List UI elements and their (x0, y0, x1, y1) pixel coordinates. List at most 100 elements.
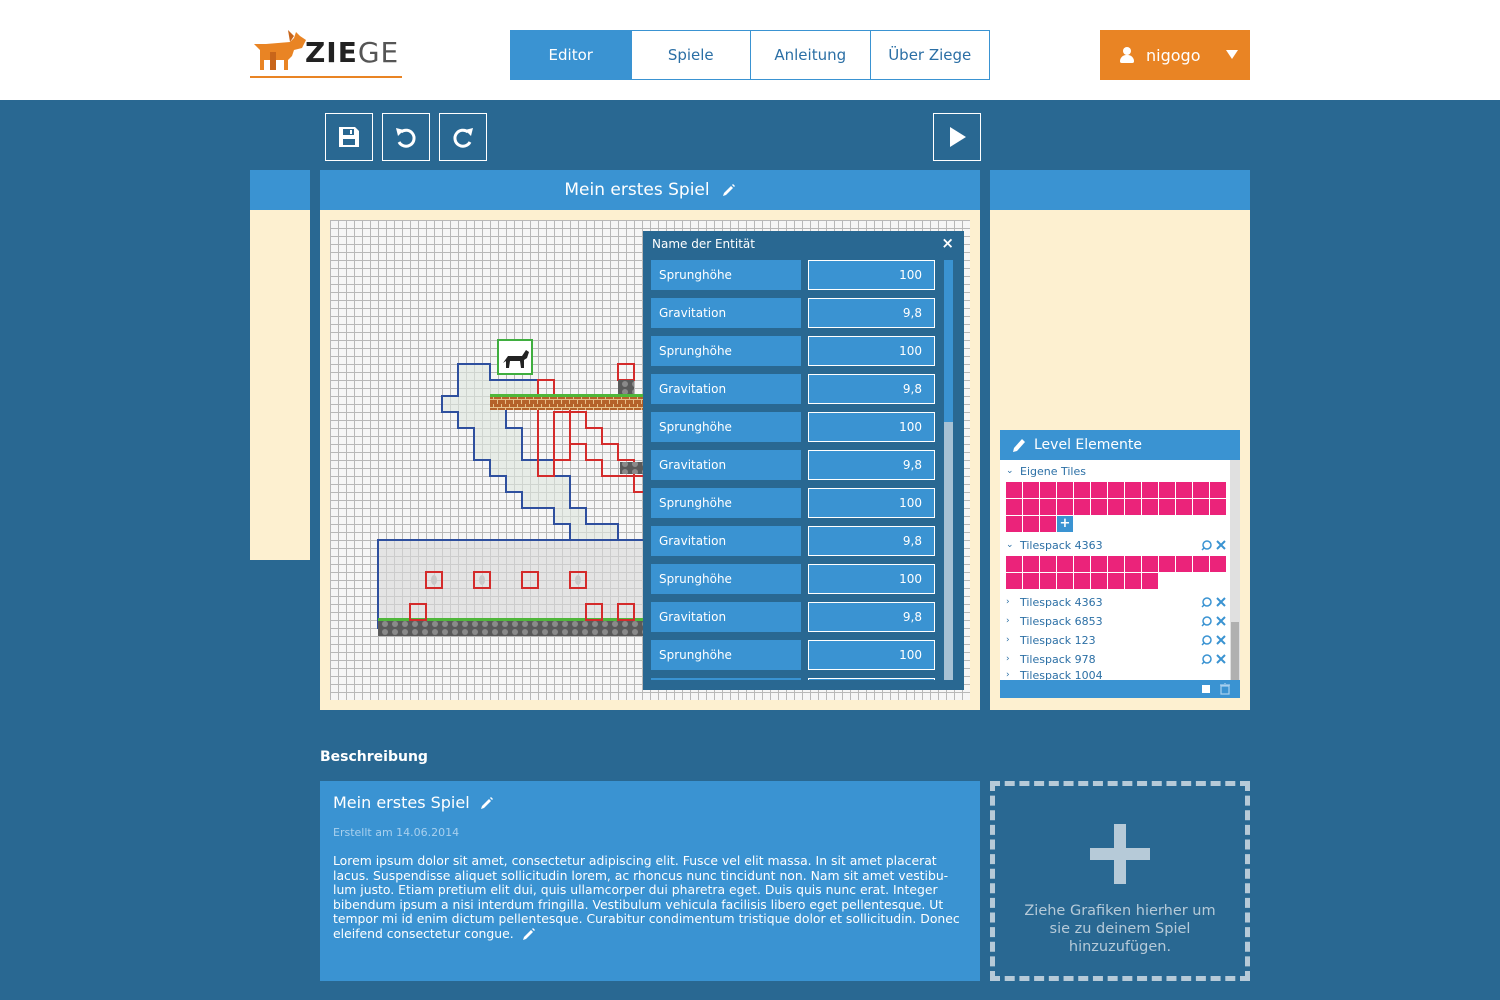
tile-swatch[interactable] (1176, 499, 1192, 515)
edit-description-title-pencil-icon[interactable] (480, 796, 494, 810)
tab-anleitung[interactable]: Anleitung (750, 31, 870, 79)
tile-swatch[interactable] (1125, 573, 1141, 589)
tile-swatch[interactable] (1074, 499, 1090, 515)
tile-swatch[interactable] (1040, 573, 1056, 589)
tile-swatch[interactable] (1091, 573, 1107, 589)
tile-swatch[interactable] (1142, 482, 1158, 498)
tab-ueber-ziege[interactable]: Über Ziege (869, 31, 990, 79)
graphics-drop-zone[interactable]: Ziehe Grafiken hierher um sie zu deinem … (990, 781, 1250, 981)
level-elements-scrollbar-thumb[interactable] (1231, 622, 1239, 680)
tile-swatch[interactable] (1091, 556, 1107, 572)
group-tilespack[interactable]: › Tilespack 4363 (1006, 594, 1103, 610)
tile-swatch[interactable] (1210, 556, 1226, 572)
tile-swatch[interactable] (1040, 556, 1056, 572)
group-tilespack[interactable]: ⌄ Tilespack 4363 (1006, 537, 1103, 553)
property-value-input[interactable]: 100 (808, 260, 935, 290)
tile-swatch[interactable] (1210, 482, 1226, 498)
tile-swatch[interactable] (1006, 482, 1022, 498)
tile-swatch[interactable] (1108, 482, 1124, 498)
play-button[interactable] (933, 113, 981, 161)
tile-swatch[interactable] (1023, 516, 1039, 532)
tile-swatch[interactable] (1006, 556, 1022, 572)
close-icon[interactable] (1216, 635, 1226, 645)
property-value-input[interactable]: 9,8 (808, 526, 935, 556)
user-menu-button[interactable]: nigogo (1100, 30, 1250, 80)
tile-swatch[interactable] (1091, 482, 1107, 498)
tile-swatch[interactable] (1142, 573, 1158, 589)
tile-swatch[interactable] (1142, 556, 1158, 572)
tile-swatch[interactable] (1108, 499, 1124, 515)
zoom-icon[interactable] (1201, 615, 1212, 627)
tile-swatch[interactable] (1023, 482, 1039, 498)
tile-swatch[interactable] (1159, 556, 1175, 572)
entity-scrollbar-thumb[interactable] (944, 260, 953, 422)
edit-title-pencil-icon[interactable] (722, 183, 736, 197)
tile-swatch[interactable] (1074, 573, 1090, 589)
new-tile-icon[interactable] (1200, 683, 1212, 695)
tile-swatch[interactable] (1193, 482, 1209, 498)
edit-description-pencil-icon[interactable] (522, 927, 536, 941)
tile-swatch[interactable] (1193, 556, 1209, 572)
tile-swatch[interactable] (1074, 482, 1090, 498)
zoom-icon[interactable] (1201, 596, 1212, 608)
tile-swatch[interactable] (1006, 516, 1022, 532)
zoom-icon[interactable] (1201, 634, 1212, 646)
group-eigene-tiles[interactable]: ⌄ Eigene Tiles (1006, 463, 1086, 479)
property-value-input[interactable]: 100 (808, 412, 935, 442)
property-value-input[interactable]: 9,8 (808, 374, 935, 404)
property-value-input[interactable] (808, 678, 935, 680)
group-tilespack[interactable]: › Tilespack 1004 (1006, 670, 1103, 680)
close-icon[interactable] (1216, 616, 1226, 626)
close-icon[interactable] (1216, 597, 1226, 607)
tile-swatch[interactable] (1125, 499, 1141, 515)
tile-swatch[interactable] (1125, 482, 1141, 498)
property-value-input[interactable]: 100 (808, 488, 935, 518)
tile-swatch[interactable] (1023, 556, 1039, 572)
property-value-input[interactable]: 9,8 (808, 298, 935, 328)
trash-icon[interactable] (1220, 683, 1230, 695)
property-value-input[interactable]: 100 (808, 640, 935, 670)
close-icon[interactable]: × (941, 234, 954, 252)
tile-swatch[interactable] (1057, 499, 1073, 515)
save-button[interactable] (325, 113, 373, 161)
tile-swatch[interactable] (1176, 556, 1192, 572)
tile-swatch[interactable] (1159, 499, 1175, 515)
tile-swatch[interactable] (1142, 499, 1158, 515)
add-tile-button[interactable]: + (1057, 516, 1073, 532)
zoom-icon[interactable] (1201, 539, 1212, 551)
tile-swatch[interactable] (1040, 482, 1056, 498)
zoom-icon[interactable] (1201, 653, 1212, 665)
group-tilespack[interactable]: › Tilespack 978 (1006, 651, 1096, 667)
tile-swatch[interactable] (1023, 573, 1039, 589)
ziege-logo[interactable]: ZIEGE (250, 30, 405, 80)
tile-swatch[interactable] (1193, 499, 1209, 515)
tab-spiele[interactable]: Spiele (630, 31, 751, 79)
tile-swatch[interactable] (1057, 482, 1073, 498)
entity-property-list[interactable]: Sprunghöhe 100 Gravitation 9,8 Sprunghöhe 1… (651, 260, 937, 680)
entity-properties-dialog[interactable]: Name der Entität × Sprunghöhe 100 Gravita… (643, 231, 964, 690)
group-tilespack[interactable]: › Tilespack 123 (1006, 632, 1096, 648)
tile-swatch[interactable] (1108, 573, 1124, 589)
group-tilespack[interactable]: › Tilespack 6853 (1006, 613, 1103, 629)
tile-swatch[interactable] (1040, 516, 1056, 532)
property-value-input[interactable]: 100 (808, 564, 935, 594)
tile-swatch[interactable] (1040, 499, 1056, 515)
tile-swatch[interactable] (1057, 556, 1073, 572)
undo-button[interactable] (382, 113, 430, 161)
property-value-input[interactable]: 9,8 (808, 450, 935, 480)
tile-swatch[interactable] (1125, 556, 1141, 572)
close-icon[interactable] (1216, 540, 1226, 550)
close-icon[interactable] (1216, 654, 1226, 664)
tile-swatch[interactable] (1108, 556, 1124, 572)
property-value-input[interactable]: 9,8 (808, 602, 935, 632)
tile-swatch[interactable] (1006, 499, 1022, 515)
tile-swatch[interactable] (1006, 573, 1022, 589)
tile-swatch[interactable] (1074, 556, 1090, 572)
tile-swatch[interactable] (1159, 482, 1175, 498)
tab-editor[interactable]: Editor (511, 31, 631, 79)
tile-swatch[interactable] (1176, 482, 1192, 498)
property-value-input[interactable]: 100 (808, 336, 935, 366)
tile-swatch[interactable] (1057, 573, 1073, 589)
redo-button[interactable] (439, 113, 487, 161)
tile-swatch[interactable] (1023, 499, 1039, 515)
